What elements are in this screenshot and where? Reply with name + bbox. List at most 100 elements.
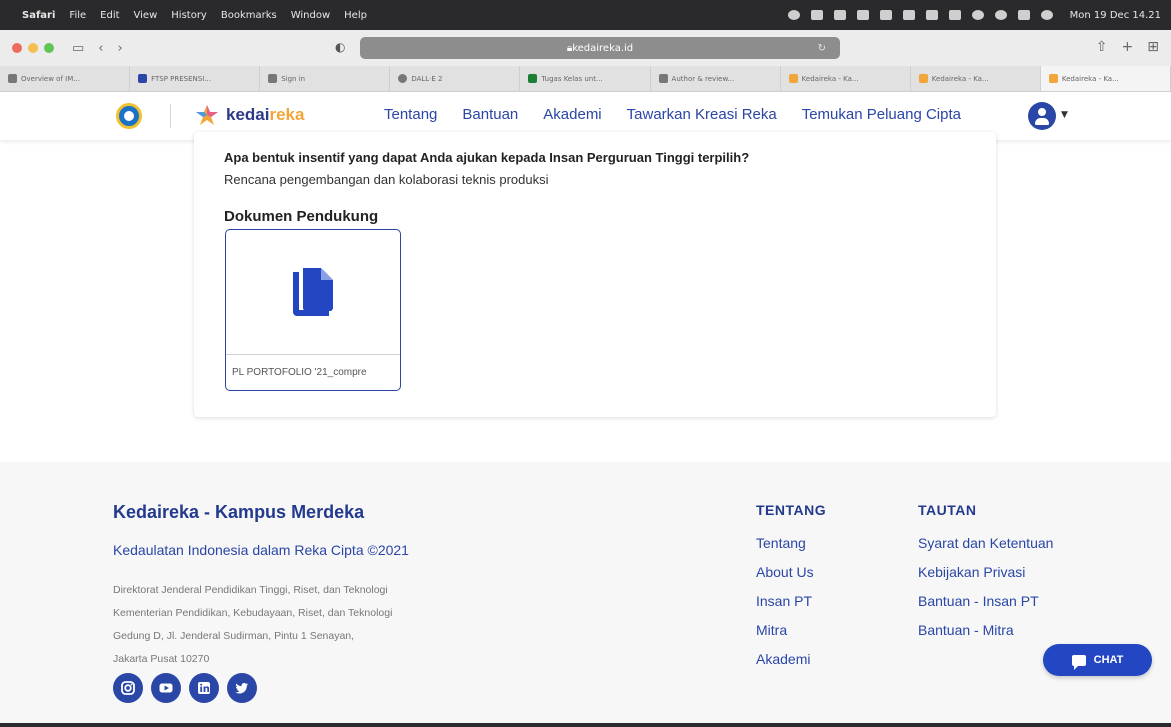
nav-akademi[interactable]: Akademi	[543, 106, 601, 123]
display-icon[interactable]	[856, 10, 869, 20]
minimize-window-icon[interactable]	[28, 43, 38, 53]
menubar-clock[interactable]: Mon 19 Dec 14.21	[1070, 10, 1161, 21]
tab-favicon	[658, 74, 668, 83]
tab-label: DALL·E 2	[411, 74, 443, 83]
tab-label: Author & review...	[671, 74, 735, 83]
tab-8[interactable]: Kedaireka - Ka...	[911, 66, 1041, 91]
privacy-shield-icon[interactable]: ◐	[335, 40, 345, 54]
twitter-icon[interactable]	[227, 673, 257, 703]
footer-link-tentang[interactable]: Tentang	[756, 536, 826, 550]
tab-bar: Overview of IM... FTSP PRESENSI... Sign …	[0, 66, 1171, 92]
back-icon[interactable]: ‹	[98, 41, 103, 56]
tab-favicon	[398, 74, 408, 83]
address-bar[interactable]: 🔒︎ kedaireka.id ↻	[360, 37, 840, 59]
footer-address: Direktorat Jenderal Pendidikan Tinggi, R…	[113, 579, 392, 671]
spotlight-icon[interactable]	[994, 10, 1007, 20]
chat-button[interactable]: CHAT	[1043, 644, 1152, 676]
tab-7[interactable]: Kedaireka - Ka...	[781, 66, 911, 91]
tab-3[interactable]: Sign in	[260, 66, 391, 91]
menu-file[interactable]: File	[69, 10, 86, 21]
site-footer: Kedaireka - Kampus Merdeka Kedaulatan In…	[0, 462, 1171, 723]
browser-toolbar: ▭ ‹ › ◐ 🔒︎ kedaireka.id ↻ ⇧ + ⊞	[0, 30, 1171, 66]
tab-overview-icon[interactable]: ⊞	[1147, 39, 1159, 55]
question-text: Apa bentuk insentif yang dapat Anda ajuk…	[224, 150, 750, 165]
menu-app[interactable]: Safari	[22, 10, 55, 21]
tab-4[interactable]: DALL·E 2	[390, 66, 521, 91]
window-bottom-edge	[0, 723, 1171, 727]
tab-label: FTSP PRESENSI...	[151, 74, 211, 83]
kedaireka-logo[interactable]: kedaireka	[194, 104, 304, 126]
battery-icon[interactable]	[948, 10, 961, 20]
reload-icon[interactable]: ↻	[818, 43, 826, 54]
footer-col-tentang: TENTANG Tentang About Us Insan PT Mitra …	[756, 502, 826, 681]
main-nav: Tentang Bantuan Akademi Tawarkan Kreasi …	[384, 106, 961, 123]
nav-temukan-peluang-cipta[interactable]: Temukan Peluang Cipta	[802, 106, 961, 123]
tab-favicon	[528, 74, 538, 83]
tab-favicon	[8, 74, 17, 83]
docs-section-title: Dokumen Pendukung	[224, 208, 379, 225]
footer-link-mitra[interactable]: Mitra	[756, 623, 826, 637]
chevron-down-icon[interactable]: ▼	[1061, 110, 1068, 120]
tab-label: Sign in	[281, 74, 306, 83]
address-line: Gedung D, Jl. Jenderal Sudirman, Pintu 1…	[113, 630, 355, 642]
menu-history[interactable]: History	[171, 10, 207, 21]
sidebar-toggle-icon[interactable]: ▭	[72, 41, 84, 56]
volume-icon[interactable]	[902, 10, 915, 20]
web-page: kedaireka Tentang Bantuan Akademi Tawark…	[0, 92, 1171, 723]
menu-view[interactable]: View	[134, 10, 158, 21]
tab-favicon	[1048, 74, 1058, 83]
drive-icon[interactable]	[833, 10, 846, 20]
instagram-icon[interactable]	[113, 673, 143, 703]
file-copy-icon	[293, 267, 333, 316]
tab-6[interactable]: Author & review...	[651, 66, 781, 91]
footer-heading-tautan: TAUTAN	[918, 502, 977, 518]
tab-5[interactable]: Tugas Kelas unt...	[520, 66, 651, 91]
tab-favicon	[138, 74, 148, 83]
detail-card: Apa bentuk insentif yang dapat Anda ajuk…	[194, 132, 996, 417]
tab-1[interactable]: Overview of IM...	[0, 66, 131, 91]
linkedin-icon[interactable]	[189, 673, 219, 703]
app-status-icon[interactable]	[810, 10, 823, 20]
footer-link-bantuan-mitra[interactable]: Bantuan - Mitra	[918, 623, 1053, 637]
menu-edit[interactable]: Edit	[100, 10, 119, 21]
tab-label: Tugas Kelas unt...	[541, 74, 603, 83]
footer-link-akademi[interactable]: Akademi	[756, 652, 826, 666]
control-center-icon[interactable]	[1017, 10, 1030, 20]
share-icon[interactable]: ⇧	[1096, 39, 1108, 55]
social-links	[113, 673, 257, 703]
nav-bantuan[interactable]: Bantuan	[462, 106, 518, 123]
forward-icon[interactable]: ›	[118, 41, 123, 56]
footer-title: Kedaireka - Kampus Merdeka	[113, 502, 365, 522]
calendar-icon[interactable]	[879, 10, 892, 20]
user-avatar-icon[interactable]	[1028, 102, 1056, 130]
kedaireka-star-icon	[194, 104, 220, 126]
nav-tawarkan-kreasi-reka[interactable]: Tawarkan Kreasi Reka	[627, 106, 777, 123]
footer-link-bantuan-insan-pt[interactable]: Bantuan - Insan PT	[918, 594, 1053, 608]
menu-bookmarks[interactable]: Bookmarks	[221, 10, 277, 21]
close-window-icon[interactable]	[12, 43, 22, 53]
menu-window[interactable]: Window	[291, 10, 330, 21]
nav-tentang[interactable]: Tentang	[384, 106, 437, 123]
new-tab-icon[interactable]: +	[1122, 39, 1134, 55]
document-filename: PL PORTOFOLIO '21_compre	[226, 354, 400, 390]
siri-icon[interactable]	[1040, 10, 1053, 20]
youtube-icon[interactable]	[151, 673, 181, 703]
address-line: Kementerian Pendidikan, Kebudayaan, Rise…	[113, 607, 393, 619]
tab-2[interactable]: FTSP PRESENSI...	[130, 66, 261, 91]
record-icon[interactable]	[787, 10, 800, 20]
footer-link-privasi[interactable]: Kebijakan Privasi	[918, 565, 1053, 579]
document-card[interactable]: PL PORTOFOLIO '21_compre	[225, 229, 401, 391]
menu-help[interactable]: Help	[344, 10, 367, 21]
footer-link-about-us[interactable]: About Us	[756, 565, 826, 579]
logo-text: kedaireka	[226, 105, 305, 124]
kemendikbud-logo[interactable]	[116, 103, 142, 129]
footer-heading-tentang: TENTANG	[756, 502, 827, 518]
bluetooth-icon[interactable]	[925, 10, 938, 20]
footer-tagline: Kedaulatan Indonesia dalam Reka Cipta ©2…	[113, 542, 409, 558]
zoom-window-icon[interactable]	[44, 43, 54, 53]
tab-9-active[interactable]: Kedaireka - Ka...	[1040, 66, 1171, 91]
footer-link-syarat[interactable]: Syarat dan Ketentuan	[918, 536, 1053, 550]
url-text: kedaireka.id	[572, 42, 634, 54]
footer-link-insan-pt[interactable]: Insan PT	[756, 594, 826, 608]
wifi-icon[interactable]	[971, 10, 984, 20]
